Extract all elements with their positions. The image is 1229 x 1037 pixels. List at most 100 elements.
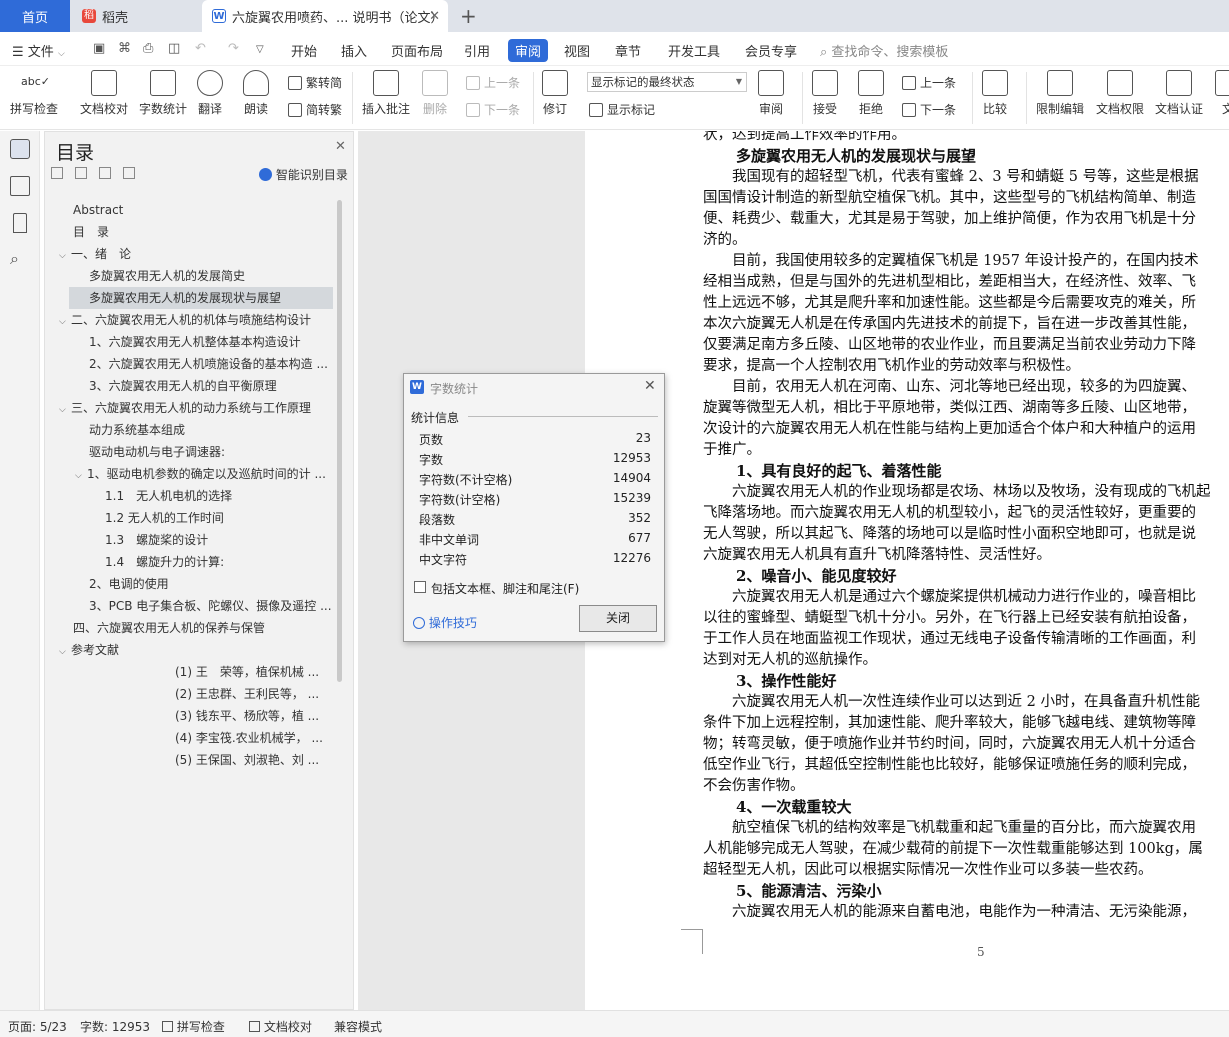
toc-item[interactable]: (1) 王 荣等，植保机械 ... [175, 661, 333, 683]
expand-arrow-icon[interactable]: ⌵ [59, 641, 71, 661]
toc-scrollbar[interactable] [337, 200, 342, 682]
insert-comment-button[interactable]: 插入批注 [362, 70, 410, 117]
save-icon[interactable]: ▣ [93, 41, 105, 56]
status-spellcheck[interactable]: 拼写检查 [162, 1018, 225, 1035]
tab-daoke[interactable]: 稻稻壳 [72, 0, 200, 32]
collapse-all-icon[interactable] [51, 167, 63, 179]
restrict-edit-button[interactable]: 限制编辑 [1036, 70, 1084, 117]
add-level-icon[interactable] [99, 167, 111, 179]
status-proofread[interactable]: 文档校对 [249, 1018, 312, 1035]
smart-toc-button[interactable]: 智能识别目录 [259, 166, 348, 183]
compare-button[interactable]: 比较 [982, 70, 1008, 117]
toc-item[interactable]: ⌵ 1、驱动电机参数的确定以及巡航时间的计 ... [75, 463, 333, 485]
toc-item[interactable]: (5) 王保国、刘淑艳、刘 ... [175, 749, 333, 771]
tab-home[interactable]: 首页 [0, 0, 70, 32]
toc-item[interactable]: 多旋翼农用无人机的发展现状与展望 [69, 287, 333, 309]
menu-insert[interactable]: 插入 [341, 41, 367, 60]
remove-level-icon[interactable] [123, 167, 135, 179]
doc-text-line: 条件下加上远程控制，其加速性能、爬升率较大，能够飞越电线、建筑物等障 [703, 715, 1196, 731]
expand-arrow-icon[interactable]: ⌵ [75, 465, 87, 485]
track-changes-button[interactable]: 修订 [542, 70, 568, 117]
toc-item[interactable]: 1.4 螺旋升力的计算: [105, 551, 333, 573]
next-comment-button[interactable]: 下一条 [466, 101, 520, 118]
menu-reference[interactable]: 引用 [464, 41, 490, 60]
toc-item-label: 2、六旋翼农用无人机喷施设备的基本构造 ... [89, 357, 328, 371]
quick-access-more-icon[interactable]: ▽ [256, 44, 264, 55]
toc-item[interactable]: (4) 李宝筏.农业机械学， ... [175, 727, 333, 749]
doc-permission-button[interactable]: 文档权限 [1096, 70, 1144, 117]
toc-item[interactable]: 2、六旋翼农用无人机喷施设备的基本构造 ... [89, 353, 333, 375]
toc-item[interactable]: 目 录 [73, 221, 333, 243]
more-ribbon-button[interactable]: 文 [1215, 70, 1229, 117]
word-count-indicator[interactable]: 字数: 12953 [80, 1018, 150, 1035]
new-tab-icon[interactable]: + [460, 4, 477, 28]
outline-icon[interactable] [10, 176, 30, 196]
accept-button[interactable]: 接受 [812, 70, 838, 117]
word-count-button[interactable]: 字数统计 [139, 70, 187, 117]
menu-chapter[interactable]: 章节 [615, 41, 641, 60]
prev-change-button[interactable]: 上一条 [902, 74, 956, 91]
toc-item[interactable]: ⌵ 一、绪 论 [59, 243, 333, 265]
delete-comment-button[interactable]: 删除 [422, 70, 448, 117]
menu-start[interactable]: 开始 [291, 41, 317, 60]
spellcheck-button[interactable]: abc✓ 拼写检查 [10, 70, 58, 117]
toc-item[interactable]: 1.3 螺旋桨的设计 [105, 529, 333, 551]
menu-review[interactable]: 审阅 [508, 39, 549, 62]
close-icon[interactable]: ✕ [644, 378, 656, 394]
expand-arrow-icon[interactable]: ⌵ [59, 245, 71, 265]
toc-item[interactable]: ⌵ 参考文献 [59, 639, 333, 661]
prev-comment-button[interactable]: 上一条 [466, 74, 520, 91]
toc-item[interactable]: 动力系统基本组成 [89, 419, 333, 441]
toc-item[interactable]: 2、电调的使用 [89, 573, 333, 595]
toc-item[interactable]: 3、六旋翼农用无人机的自平衡原理 [89, 375, 333, 397]
toc-item[interactable]: 多旋翼农用无人机的发展简史 [89, 265, 333, 287]
include-textbox-checkbox[interactable] [414, 581, 426, 593]
reject-button[interactable]: 拒绝 [858, 70, 884, 117]
menu-member[interactable]: 会员专享 [745, 41, 797, 60]
tab-document[interactable]: W 六旋翼农用喷药、... 说明书（论文） ✕ [202, 0, 448, 32]
close-icon[interactable]: ✕ [335, 139, 346, 154]
print-icon[interactable]: ⎙ [143, 41, 153, 56]
command-search-placeholder: 查找命令、搜索模板 [831, 45, 949, 60]
redo-icon[interactable]: ↷ [228, 41, 239, 56]
bookmark-icon[interactable] [13, 213, 27, 233]
show-markup-button[interactable]: 显示标记 [589, 101, 655, 118]
translate-button[interactable]: 翻译 [197, 70, 223, 117]
next-change-button[interactable]: 下一条 [902, 101, 956, 118]
toc-item[interactable]: 3、PCB 电子集合板、陀螺仪、摄像及遥控 ... [89, 595, 333, 617]
doc-proofread-button[interactable]: 文档校对 [80, 70, 128, 117]
undo-icon[interactable]: ↶ [195, 41, 206, 56]
format-painter-icon[interactable]: ⌘ [118, 41, 131, 56]
command-search[interactable]: ⌕ 查找命令、搜索模板 [820, 41, 948, 60]
menu-view[interactable]: 视图 [564, 41, 590, 60]
doc-certify-button[interactable]: 文档认证 [1155, 70, 1203, 117]
search-icon[interactable]: ⌕ [10, 249, 30, 269]
menu-page-layout[interactable]: 页面布局 [391, 41, 443, 60]
menu-developer[interactable]: 开发工具 [668, 41, 720, 60]
file-menu[interactable]: ☰ 文件 ⌵ [12, 41, 65, 60]
review-pane-button[interactable]: 审阅 [758, 70, 784, 117]
expand-up-icon[interactable] [75, 167, 87, 179]
toc-item[interactable]: ⌵ 三、六旋翼农用无人机的动力系统与工作原理 [59, 397, 333, 419]
simp-to-trad-button[interactable]: 简转繁 [288, 101, 342, 118]
toc-item[interactable]: (3) 钱东平、杨欣等，植 ... [175, 705, 333, 727]
tips-link[interactable]: 操作技巧 [413, 614, 477, 631]
close-tab-icon[interactable]: ✕ [429, 9, 440, 24]
toc-item[interactable]: 1、六旋翼农用无人机整体基本构造设计 [89, 331, 333, 353]
toc-item[interactable]: ⌵ 二、六旋翼农用无人机的机体与喷施结构设计 [59, 309, 333, 331]
close-dialog-button[interactable]: 关闭 [579, 605, 657, 632]
markup-state-select[interactable]: 显示标记的最终状态 ▼ [587, 72, 747, 92]
toc-panel-icon[interactable] [10, 139, 30, 159]
print-preview-icon[interactable]: ◫ [168, 41, 180, 56]
expand-arrow-icon[interactable]: ⌵ [59, 311, 71, 331]
toc-item[interactable]: 1.1 无人机电机的选择 [105, 485, 333, 507]
read-aloud-button[interactable]: 朗读 [243, 70, 269, 117]
toc-item[interactable]: 1.2 无人机的工作时间 [105, 507, 333, 529]
expand-arrow-icon[interactable]: ⌵ [59, 399, 71, 419]
toc-item[interactable]: Abstract [73, 199, 333, 221]
toc-item[interactable]: 驱动电动机与电子调速器: [89, 441, 333, 463]
page-indicator[interactable]: 页面: 5/23 [8, 1018, 67, 1035]
toc-item[interactable]: (2) 王忠群、王利民等， ... [175, 683, 333, 705]
trad-to-simp-button[interactable]: 繁转简 [288, 74, 342, 91]
toc-item[interactable]: 四、六旋翼农用无人机的保养与保管 [73, 617, 333, 639]
